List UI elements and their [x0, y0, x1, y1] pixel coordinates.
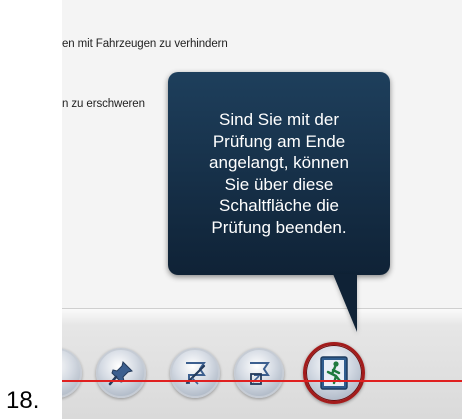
answer-text-1[interactable]: en mit Fahrzeugen zu verhindern	[62, 38, 228, 50]
exit-door-icon	[317, 354, 351, 392]
pin-icon	[106, 358, 136, 388]
answer-text-2[interactable]: n zu erschweren	[62, 98, 145, 110]
pin-button[interactable]	[96, 348, 146, 398]
unmark-button[interactable]	[170, 348, 220, 398]
flag-edit-icon	[244, 358, 274, 388]
flag-crossed-icon	[180, 358, 210, 388]
toolbar	[62, 338, 462, 419]
tooltip-text: Sind Sie mit der Prüfung am Ende angelan…	[209, 110, 349, 237]
exit-exam-button[interactable]	[303, 342, 365, 404]
mark-button[interactable]	[234, 348, 284, 398]
tooltip-pointer	[333, 274, 357, 332]
step-number: 18.	[6, 387, 40, 414]
toolbar-partial-button[interactable]	[62, 348, 82, 398]
progress-line	[62, 380, 462, 382]
help-tooltip: Sind Sie mit der Prüfung am Ende angelan…	[168, 72, 390, 275]
